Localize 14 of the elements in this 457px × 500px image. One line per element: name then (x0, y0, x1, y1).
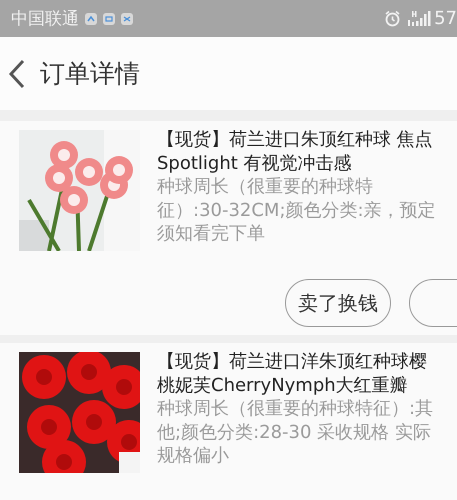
product-spec: 种球周长（很重要的种球特征）:30-32CM;颜色分类:亲，预定须知看完下单 (157, 175, 437, 246)
notification-icon (85, 12, 97, 24)
sell-button[interactable]: 卖了换钱 (285, 279, 391, 327)
back-button[interactable] (8, 58, 26, 88)
product-title: 【现货】荷兰进口朱顶红种球 焦点 Spotlight 有视觉冲击感 (157, 128, 434, 175)
notification-icon (121, 12, 133, 24)
page-title: 订单详情 (40, 58, 140, 90)
battery-level: 57 (434, 8, 457, 29)
product-spec: 种球周长（很重要的种球特征）:其他;颜色分类:28-30 采收规格 实际规格偏小 (157, 397, 434, 468)
alarm-icon (384, 10, 402, 27)
carrier-name: 中国联通 (11, 8, 79, 30)
product-title: 【现货】荷兰进口洋朱顶红种球樱桃妮芙CherryNymph大红重瓣 (157, 350, 428, 397)
message-icon (103, 12, 115, 24)
signal-icon (407, 10, 432, 28)
